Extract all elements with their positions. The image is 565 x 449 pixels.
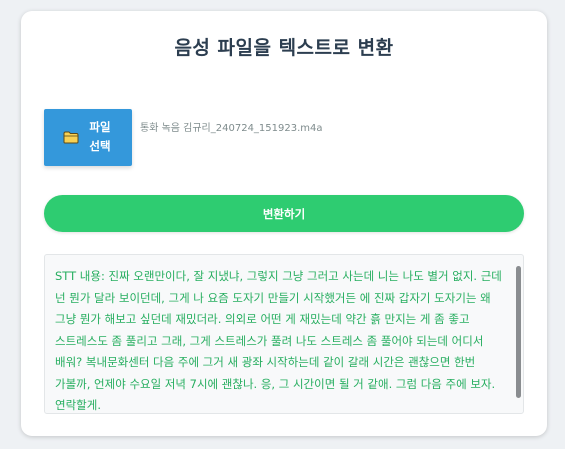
- transcript-text: STT 내용: 진짜 오랜만이다, 잘 지냈냐, 그렇지 그냥 그러고 사는데 …: [55, 269, 502, 412]
- folder-icon: [63, 131, 79, 144]
- converter-card: 음성 파일을 텍스트로 변환 파일 선택 통화 녹음 김규리_240724_15…: [21, 11, 547, 436]
- file-select-button[interactable]: 파일 선택: [44, 109, 132, 166]
- file-select-label: 파일 선택: [89, 121, 111, 153]
- convert-button[interactable]: 변환하기: [44, 195, 524, 232]
- transcript-output[interactable]: STT 내용: 진짜 오랜만이다, 잘 지냈냐, 그렇지 그냥 그러고 사는데 …: [44, 254, 524, 414]
- selected-file-name: 통화 녹음 김규리_240724_151923.m4a: [140, 123, 323, 134]
- scrollbar-thumb[interactable]: [516, 266, 521, 398]
- page-title: 음성 파일을 텍스트로 변환: [174, 37, 394, 59]
